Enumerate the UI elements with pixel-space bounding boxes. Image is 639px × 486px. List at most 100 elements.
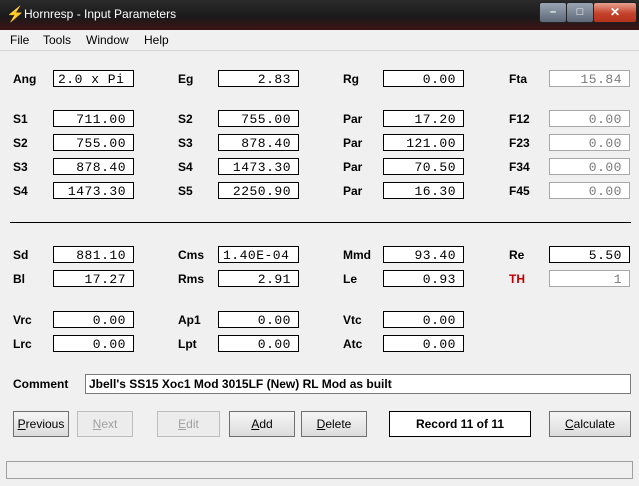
s2-field[interactable]: 755.00 [218, 110, 299, 127]
lightning-icon: ⚡ [6, 6, 25, 23]
par4-label: Par [343, 184, 363, 198]
delete-label: elete [325, 417, 352, 431]
re-label: Re [509, 248, 525, 262]
atc-label: Atc [343, 337, 363, 351]
edit-label: dit [186, 417, 199, 431]
lrc-field[interactable]: 0.00 [53, 335, 134, 352]
cms-label: Cms [178, 248, 205, 262]
eg-label: Eg [178, 72, 194, 86]
le-label: Le [343, 272, 358, 286]
lpt-label: Lpt [178, 337, 197, 351]
rg-field[interactable]: 0.00 [383, 70, 464, 87]
f12-label: F12 [509, 112, 530, 126]
rg-label: Rg [343, 72, 359, 86]
edit-button[interactable]: Edit [157, 411, 220, 437]
delete-button[interactable]: Delete [301, 411, 367, 437]
th-label: TH [509, 272, 525, 286]
fta-label: Fta [509, 72, 527, 86]
add-label: dd [259, 417, 273, 431]
status-bar [6, 461, 633, 479]
par2-field[interactable]: 121.00 [383, 134, 464, 151]
vtc-field[interactable]: 0.00 [383, 311, 464, 328]
menu-tools[interactable]: Tools [43, 33, 71, 47]
s4-row-field[interactable]: 1473.30 [53, 182, 134, 199]
previous-label: revious [25, 417, 65, 431]
previous-accel: P [17, 417, 26, 431]
s1-label: S1 [13, 112, 28, 126]
s3-row-label: S3 [13, 160, 28, 174]
ap1-label: Ap1 [178, 313, 201, 327]
sd-field[interactable]: 881.10 [53, 246, 134, 263]
f34-field: 0.00 [549, 158, 630, 175]
lrc-label: Lrc [13, 337, 32, 351]
s4-row-label: S4 [13, 184, 28, 198]
par1-label: Par [343, 112, 363, 126]
mmd-field[interactable]: 93.40 [383, 246, 464, 263]
vrc-label: Vrc [13, 313, 32, 327]
s1-field[interactable]: 711.00 [53, 110, 134, 127]
s3-field[interactable]: 878.40 [218, 134, 299, 151]
next-button[interactable]: Next [77, 411, 133, 437]
menu-help[interactable]: Help [144, 33, 169, 47]
par4-field[interactable]: 16.30 [383, 182, 464, 199]
f23-field: 0.00 [549, 134, 630, 151]
par2-label: Par [343, 136, 363, 150]
s3-label: S3 [178, 136, 193, 150]
calculate-button[interactable]: Calculate [549, 411, 631, 437]
fta-field: 15.84 [549, 70, 630, 87]
le-field[interactable]: 0.93 [383, 270, 464, 287]
ang-label: Ang [13, 72, 37, 86]
s3-row-field[interactable]: 878.40 [53, 158, 134, 175]
rms-label: Rms [178, 272, 205, 286]
cms-field[interactable]: 1.40E-04 [218, 246, 299, 263]
comment-field[interactable]: Jbell's SS15 Xoc1 Mod 3015LF (New) RL Mo… [85, 374, 631, 394]
s2-row-field[interactable]: 755.00 [53, 134, 134, 151]
s2-label: S2 [178, 112, 193, 126]
ang-field[interactable]: 2.0 x Pi [53, 70, 134, 87]
th-field: 1 [549, 270, 630, 287]
vtc-label: Vtc [343, 313, 362, 327]
maximize-button[interactable]: □ [566, 2, 594, 23]
par3-field[interactable]: 70.50 [383, 158, 464, 175]
menu-bar: File Tools Window Help [0, 30, 639, 51]
previous-button[interactable]: Previous [13, 411, 69, 437]
delete-accel: D [316, 417, 326, 431]
eg-field[interactable]: 2.83 [218, 70, 299, 87]
f45-label: F45 [509, 184, 530, 198]
comment-label: Comment [13, 377, 69, 391]
close-button[interactable]: ✕ [593, 2, 637, 23]
f34-label: F34 [509, 160, 530, 174]
minimize-button[interactable]: – [539, 2, 567, 23]
par3-label: Par [343, 160, 363, 174]
ap1-field[interactable]: 0.00 [218, 311, 299, 328]
f45-field: 0.00 [549, 182, 630, 199]
next-label: ext [101, 417, 118, 431]
lpt-field[interactable]: 0.00 [218, 335, 299, 352]
vrc-field[interactable]: 0.00 [53, 311, 134, 328]
atc-field[interactable]: 0.00 [383, 335, 464, 352]
title-bar: ⚡ Hornresp - Input Parameters – □ ✕ [0, 0, 639, 30]
bl-label: Bl [13, 272, 25, 286]
menu-window[interactable]: Window [86, 33, 129, 47]
add-button[interactable]: Add [229, 411, 295, 437]
edit-accel: E [178, 417, 187, 431]
s4-field[interactable]: 1473.30 [218, 158, 299, 175]
input-parameters-panel: Ang 2.0 x Pi Eg 2.83 Rg 0.00 Fta 15.84 S… [0, 51, 639, 461]
rms-field[interactable]: 2.91 [218, 270, 299, 287]
s2-row-label: S2 [13, 136, 28, 150]
section-divider [10, 222, 631, 223]
s5-label: S5 [178, 184, 193, 198]
calculate-accel: C [564, 417, 574, 431]
mmd-label: Mmd [343, 248, 371, 262]
s4-label: S4 [178, 160, 193, 174]
par1-field[interactable]: 17.20 [383, 110, 464, 127]
re-field[interactable]: 5.50 [549, 246, 630, 263]
f23-label: F23 [509, 136, 530, 150]
menu-file[interactable]: File [10, 33, 29, 47]
f12-field: 0.00 [549, 110, 630, 127]
sd-label: Sd [13, 248, 29, 262]
s5-field[interactable]: 2250.90 [218, 182, 299, 199]
record-indicator: Record 11 of 11 [389, 411, 531, 437]
bl-field[interactable]: 17.27 [53, 270, 134, 287]
calculate-label: alculate [573, 417, 616, 431]
